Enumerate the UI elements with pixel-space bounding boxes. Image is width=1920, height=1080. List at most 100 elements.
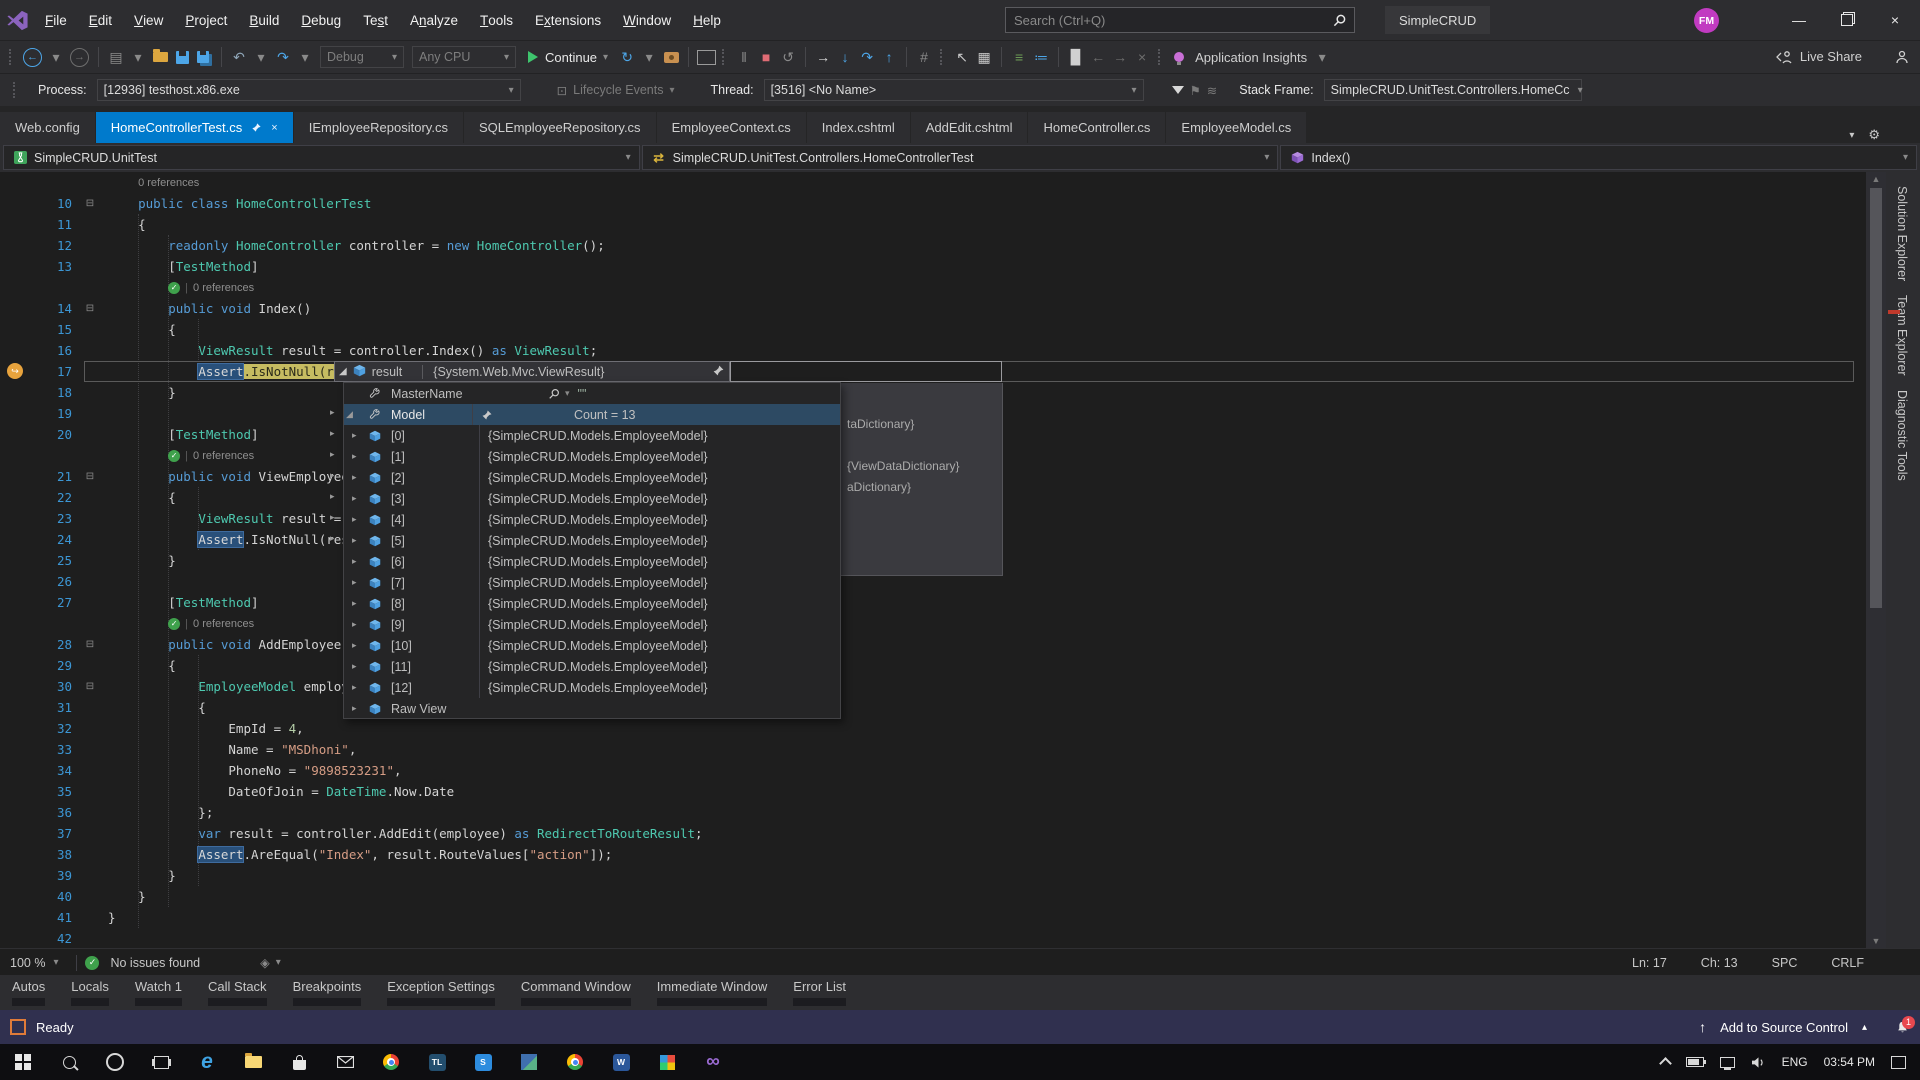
avatar[interactable]: FM [1694, 8, 1719, 33]
codelens-references[interactable]: 0 references [0, 172, 1860, 193]
code-line-31[interactable]: 31 { [0, 697, 1860, 718]
edge-icon[interactable]: e [184, 1044, 230, 1080]
datatip-row--10-[interactable]: ▸[10]{SimpleCRUD.Models.EmployeeModel} [344, 635, 840, 656]
dropdown-icon[interactable]: ▾ [128, 45, 148, 69]
tab-index-cshtml[interactable]: Index.cshtml [807, 112, 910, 143]
dropdown-icon[interactable]: ▾ [639, 45, 659, 69]
close-button[interactable]: × [1872, 0, 1918, 40]
code-line-40[interactable]: 40 } [0, 886, 1860, 907]
show-threads-icon[interactable]: ≡ [1009, 45, 1029, 69]
parallel-stacks-icon[interactable]: ≔ [1031, 45, 1051, 69]
panel-tab-locals[interactable]: Locals [71, 975, 109, 1010]
panel-tab-immediate-window[interactable]: Immediate Window [657, 975, 768, 1010]
code-line-33[interactable]: 33 Name = "MSDhoni", [0, 739, 1860, 760]
datatip-row--11-[interactable]: ▸[11]{SimpleCRUD.Models.EmployeeModel} [344, 656, 840, 677]
pin-icon[interactable] [251, 122, 262, 133]
tab-iemployeerepository-cs[interactable]: IEmployeeRepository.cs [294, 112, 463, 143]
lifecycle-events-label[interactable]: Lifecycle Events [573, 83, 663, 97]
dropdown-icon[interactable]: ▾ [1312, 45, 1332, 69]
code-line-14[interactable]: 14⊟ public void Index() [0, 298, 1860, 319]
undo-icon[interactable]: ↶ [229, 45, 249, 69]
battery-icon[interactable] [1686, 1057, 1704, 1067]
menu-file[interactable]: File [34, 0, 78, 40]
tab-sqlemployeerepository-cs[interactable]: SQLEmployeeRepository.cs [464, 112, 656, 143]
next-bookmark-icon[interactable]: → [1110, 45, 1130, 69]
chrome-icon[interactable] [368, 1044, 414, 1080]
datatip-row--1-[interactable]: ▸[1]{SimpleCRUD.Models.EmployeeModel} [344, 446, 840, 467]
gear-icon[interactable]: ⚙ [1868, 127, 1880, 143]
mail-icon[interactable] [322, 1044, 368, 1080]
word-icon[interactable]: W [598, 1044, 644, 1080]
minimize-button[interactable]: — [1776, 0, 1822, 40]
scrollbar-thumb[interactable] [1870, 188, 1882, 608]
code-line-36[interactable]: 36 }; [0, 802, 1860, 823]
scroll-up-icon[interactable]: ▲ [1866, 172, 1886, 186]
codelens-references[interactable]: ✓|0 references [0, 613, 1860, 634]
thread-combo[interactable]: [3516] <No Name>▾ [764, 79, 1144, 101]
datatip-row--12-[interactable]: ▸[12]{SimpleCRUD.Models.EmployeeModel} [344, 677, 840, 698]
prev-bookmark-icon[interactable]: ← [1088, 45, 1108, 69]
dropdown-icon[interactable]: ▾ [295, 45, 315, 69]
live-share-label[interactable]: Live Share [1800, 49, 1862, 64]
fold-toggle-icon[interactable]: ⊟ [72, 634, 108, 655]
code-line-27[interactable]: 27 [TestMethod] [0, 592, 1860, 613]
code-line-37[interactable]: 37 var result = controller.AddEdit(emplo… [0, 823, 1860, 844]
pointer-icon[interactable]: ↖ [952, 45, 972, 69]
solution-configurations-combo[interactable]: Debug▾ [320, 46, 404, 68]
datatip-row--2-[interactable]: ▸[2]{SimpleCRUD.Models.EmployeeModel} [344, 467, 840, 488]
caret-up-icon[interactable]: ▴ [1862, 1022, 1867, 1033]
stop-debugging-icon[interactable]: ■ [756, 45, 776, 69]
code-line-35[interactable]: 35 DateOfJoin = DateTime.Now.Date [0, 781, 1860, 802]
tab-web-config[interactable]: Web.config [0, 112, 95, 143]
flag-icon[interactable]: ⚑ [1190, 83, 1201, 98]
menu-project[interactable]: Project [174, 0, 238, 40]
fold-toggle-icon[interactable]: ⊟ [72, 676, 108, 697]
menu-window[interactable]: Window [612, 0, 682, 40]
application-insights-label[interactable]: Application Insights [1195, 50, 1307, 65]
dropdown-icon[interactable]: ▾ [46, 45, 66, 69]
code-line-10[interactable]: 10⊟ public class HomeControllerTest [0, 193, 1860, 214]
application-insights-icon[interactable] [1170, 45, 1190, 69]
side-tab-solution-explorer[interactable]: Solution Explorer [1895, 186, 1909, 281]
tab-employeecontext-cs[interactable]: EmployeeContext.cs [657, 112, 806, 143]
tab-homecontroller-cs[interactable]: HomeController.cs [1028, 112, 1165, 143]
notifications-button[interactable]: 1 [1895, 1020, 1910, 1035]
scroll-down-icon[interactable]: ▼ [1866, 934, 1886, 948]
vertical-scrollbar[interactable]: ▲ ▼ [1866, 172, 1886, 948]
search-button[interactable] [46, 1044, 92, 1080]
show-next-statement-icon[interactable]: → [813, 45, 833, 69]
datatip-row--6-[interactable]: ▸[6]{SimpleCRUD.Models.EmployeeModel} [344, 551, 840, 572]
filter-icon[interactable] [1172, 86, 1184, 94]
dropdown-icon[interactable]: ▾ [276, 957, 281, 968]
member-dropdown[interactable]: Index()▾ [1280, 145, 1917, 170]
visual-studio-icon[interactable]: ∞ [690, 1044, 736, 1080]
code-line-32[interactable]: 32 EmpId = 4, [0, 718, 1860, 739]
fold-toggle-icon[interactable]: ⊟ [72, 466, 108, 487]
datatip-row-raw-view[interactable]: ▸Raw View [344, 698, 840, 719]
code-line-29[interactable]: 29 { [0, 655, 1860, 676]
current-statement-marker[interactable]: ↪ [7, 363, 23, 379]
step-out-icon[interactable]: ↑ [879, 45, 899, 69]
code-line-13[interactable]: 13 [TestMethod] [0, 256, 1860, 277]
datatip-row--5-[interactable]: ▸[5]{SimpleCRUD.Models.EmployeeModel} [344, 530, 840, 551]
expander-icon[interactable]: ▸ [330, 533, 335, 544]
tray-expand-icon[interactable] [1659, 1057, 1672, 1070]
side-tab-diagnostic-tools[interactable]: Diagnostic Tools [1895, 390, 1909, 481]
tl-app-icon[interactable]: TL [414, 1044, 460, 1080]
datatip-row--7-[interactable]: ▸[7]{SimpleCRUD.Models.EmployeeModel} [344, 572, 840, 593]
datatip-row--0-[interactable]: ▸[0]{SimpleCRUD.Models.EmployeeModel} [344, 425, 840, 446]
panel-tab-command-window[interactable]: Command Window [521, 975, 631, 1010]
expander-icon[interactable]: ▸ [330, 470, 335, 481]
dropdown-icon[interactable]: ▾ [251, 45, 271, 69]
datatip-header-row[interactable]: ◢ result {System.Web.Mvc.ViewResult} [334, 361, 730, 382]
feedback-icon[interactable] [1894, 50, 1910, 64]
photos-icon[interactable] [506, 1044, 552, 1080]
snapshot-icon[interactable] [661, 45, 681, 69]
codelens-references[interactable]: ✓|0 references [0, 277, 1860, 298]
datatip-row--4-[interactable]: ▸[4]{SimpleCRUD.Models.EmployeeModel} [344, 509, 840, 530]
tab-addedit-cshtml[interactable]: AddEdit.cshtml [911, 112, 1028, 143]
clock[interactable]: 03:54 PM [1824, 1055, 1875, 1069]
collapse-icon[interactable]: ◢ [339, 366, 347, 377]
panel-tab-call-stack[interactable]: Call Stack [208, 975, 267, 1010]
datatip-row--3-[interactable]: ▸[3]{SimpleCRUD.Models.EmployeeModel} [344, 488, 840, 509]
